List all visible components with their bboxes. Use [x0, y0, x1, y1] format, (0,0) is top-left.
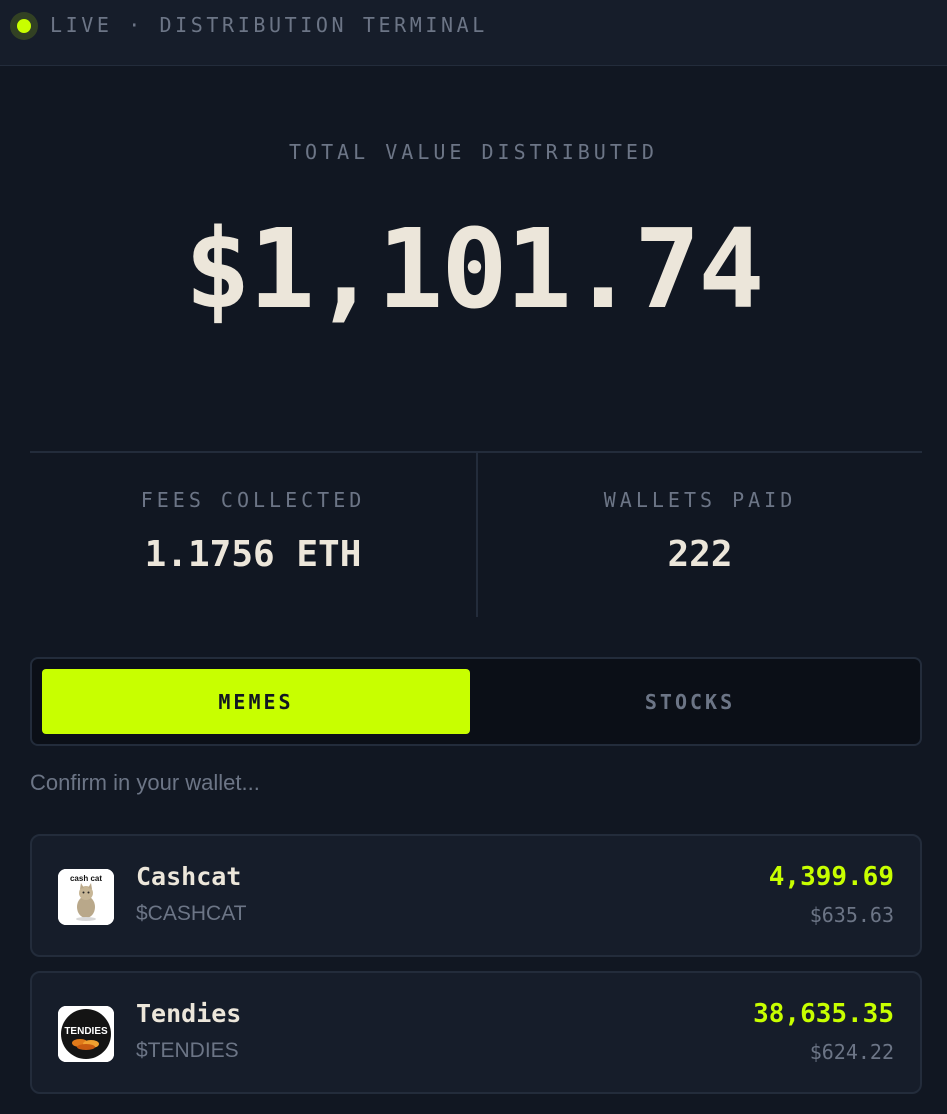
terminal-title: LIVE · DISTRIBUTION TERMINAL	[50, 13, 488, 37]
token-ticker: $TENDIES	[136, 1039, 239, 1062]
total-value-label: TOTAL VALUE DISTRIBUTED	[289, 140, 658, 164]
tendies-logo-icon: TENDIES	[58, 1006, 114, 1062]
wallet-status-message: Confirm in your wallet...	[30, 770, 260, 795]
token-amount: 4,399.69	[768, 862, 894, 892]
category-tabs: MEMES STOCKS	[30, 657, 922, 746]
tab-memes[interactable]: MEMES	[42, 669, 470, 734]
total-value-amount: $1,101.74	[184, 205, 764, 333]
cat-logo-icon: cash cat	[58, 869, 114, 925]
token-amount: 38,635.35	[753, 999, 894, 1029]
tab-stocks[interactable]: STOCKS	[476, 669, 904, 734]
token-name: Tendies	[136, 999, 242, 1028]
token-usd-value: $624.22	[809, 1040, 894, 1064]
token-card-tendies[interactable]: TENDIES Tendies $TENDIES 38,635.35 $624.…	[30, 971, 922, 1094]
cat-logo-text: cash cat	[70, 874, 102, 883]
wallets-paid-label: WALLETS PAID	[603, 488, 797, 512]
token-ticker: $CASHCAT	[136, 902, 247, 925]
fees-collected-value: 1.1756 ETH	[144, 534, 362, 575]
token-usd-value: $635.63	[809, 903, 894, 927]
token-card-cashcat[interactable]: cash cat Cashcat $CASHCAT 4,399.69 $635.…	[30, 834, 922, 957]
top-bar: LIVE · DISTRIBUTION TERMINAL	[0, 0, 947, 66]
fees-collected-label: FEES COLLECTED	[140, 488, 366, 512]
token-name: Cashcat	[136, 862, 242, 891]
tendies-logo-text: TENDIES	[64, 1026, 108, 1037]
wallets-paid-value: 222	[667, 534, 733, 575]
live-indicator-icon	[10, 12, 38, 40]
